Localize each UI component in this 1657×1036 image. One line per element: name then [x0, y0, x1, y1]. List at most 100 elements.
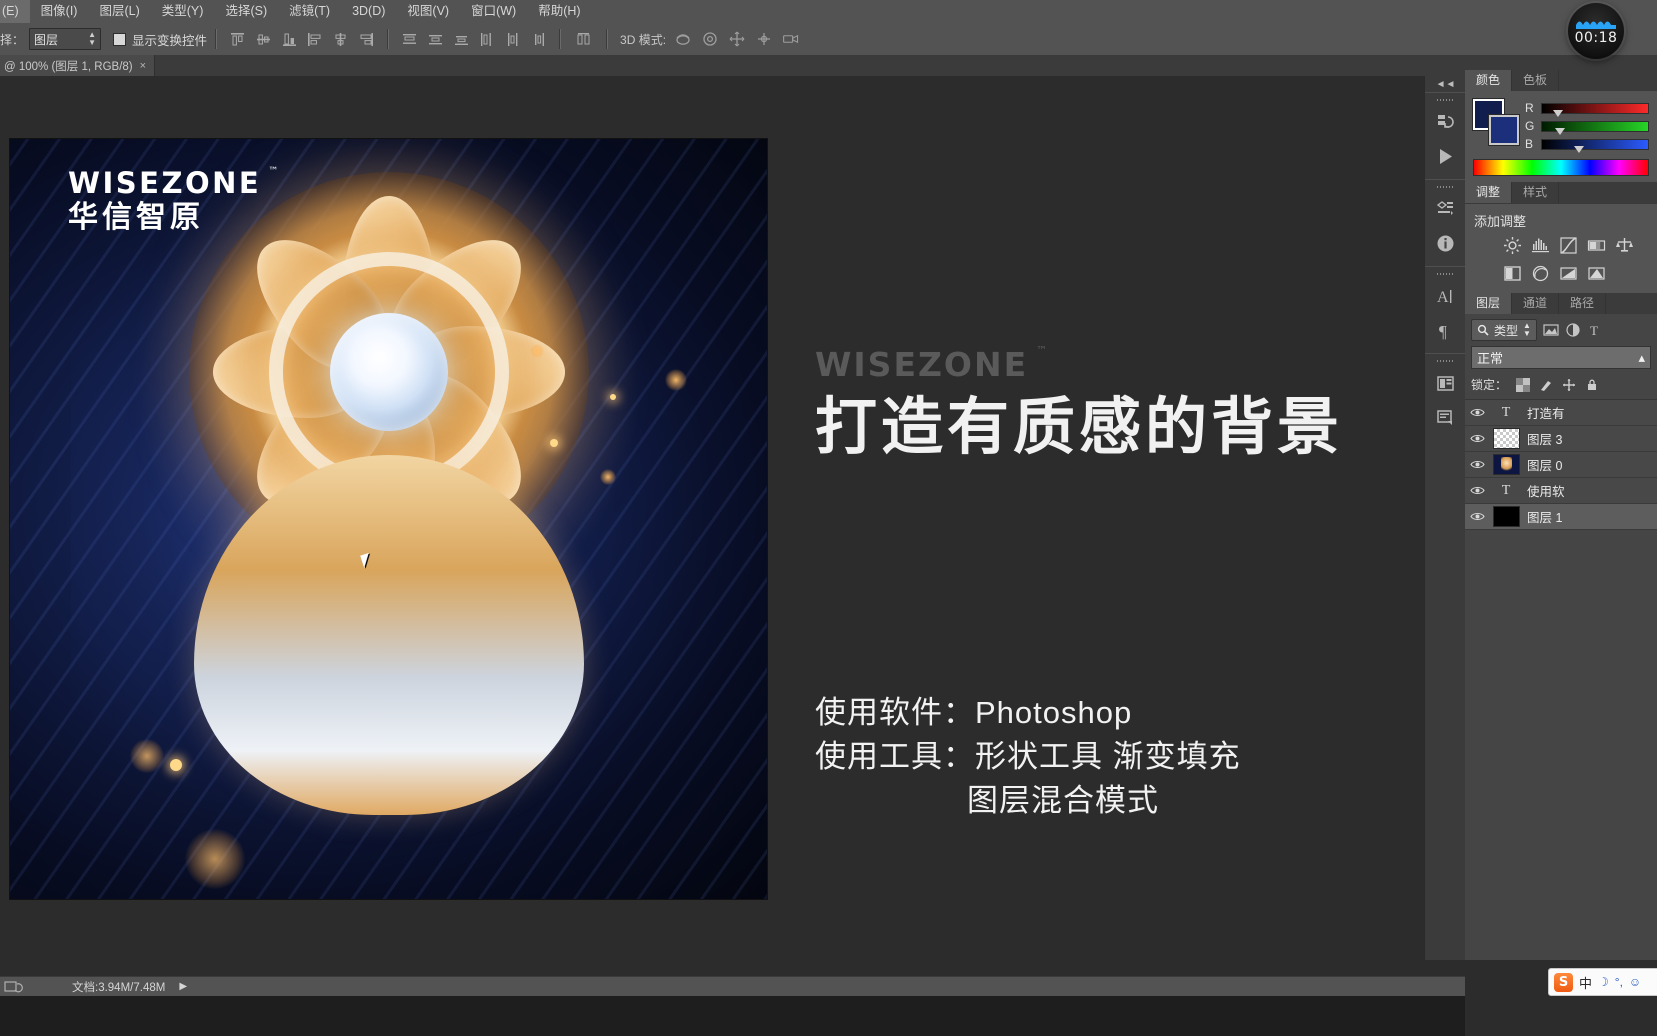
layer-thumbnail[interactable] [1489, 454, 1523, 475]
auto-align-layers-icon[interactable] [575, 31, 592, 48]
tab-swatches[interactable]: 色板 [1512, 70, 1560, 91]
slider-thumb-g[interactable] [1554, 127, 1565, 135]
panel-grip[interactable] [1437, 97, 1454, 103]
tab-styles[interactable]: 样式 [1512, 182, 1560, 203]
curves-icon[interactable] [1559, 236, 1578, 255]
layer-filter-type-dropdown[interactable]: 类型 ▲ ▼ [1471, 319, 1537, 341]
rotate-3d-icon[interactable] [674, 30, 692, 48]
slide-3d-icon[interactable] [755, 30, 773, 48]
gradient-map-icon[interactable] [1559, 264, 1578, 283]
slider-track-r[interactable] [1541, 102, 1649, 117]
table-row[interactable]: 图层 3 [1465, 426, 1657, 452]
blend-mode-dropdown[interactable]: 正常 ▴ [1471, 346, 1651, 369]
punctuation-mode-icon[interactable]: °, [1615, 975, 1623, 989]
slider-thumb-b[interactable] [1573, 145, 1584, 153]
status-options-arrow-icon[interactable]: ▶ [179, 981, 187, 992]
tab-layers[interactable]: 图层 [1465, 293, 1513, 314]
distribute-horizontal-centers-icon[interactable] [504, 31, 521, 48]
info-panel-icon[interactable] [1425, 226, 1466, 260]
align-vertical-centers-icon[interactable] [255, 31, 272, 48]
menu-item-type[interactable]: 类型(Y) [151, 0, 215, 23]
lock-position-icon[interactable] [1562, 378, 1576, 392]
menu-item-select[interactable]: 选择(S) [214, 0, 278, 23]
image-canvas[interactable]: WISEZONE ™ 华信智原 [10, 139, 767, 899]
layer-visibility-toggle[interactable] [1465, 407, 1489, 418]
layer-name[interactable]: 使用软 [1523, 481, 1565, 500]
levels-icon[interactable] [1531, 236, 1550, 255]
tab-color[interactable]: 颜色 [1465, 70, 1513, 91]
distribute-left-edges-icon[interactable] [478, 31, 495, 48]
panel-grip[interactable] [1437, 271, 1454, 277]
black-white-icon[interactable] [1503, 264, 1522, 283]
menu-item-help[interactable]: 帮助(H) [527, 0, 591, 23]
panel-grip[interactable] [1437, 358, 1454, 364]
menu-item-layer[interactable]: 图层(L) [88, 0, 150, 23]
lock-all-icon[interactable] [1585, 378, 1599, 392]
color-swatches[interactable] [1473, 99, 1519, 145]
smiley-icon[interactable]: ☺ [1629, 975, 1641, 989]
distribute-top-edges-icon[interactable] [401, 31, 418, 48]
close-icon[interactable]: × [140, 60, 146, 72]
align-left-edges-icon[interactable] [306, 31, 323, 48]
moon-icon[interactable]: ☽ [1598, 975, 1609, 989]
layer-thumbnail[interactable]: T [1489, 405, 1523, 421]
screen-mode-icon[interactable] [4, 980, 24, 994]
auto-select-dropdown[interactable]: 图层 ▲ ▼ [29, 28, 102, 50]
screen-recorder-badge[interactable]: 00:18 [1568, 3, 1624, 59]
3d-panel-icon[interactable] [1425, 192, 1466, 226]
distribute-bottom-edges-icon[interactable] [453, 31, 470, 48]
layer-name[interactable]: 图层 1 [1523, 507, 1562, 526]
actions-panel-icon[interactable] [1425, 139, 1466, 173]
document-tab[interactable]: @ 100% (图层 1, RGB/8) × [0, 55, 156, 76]
table-row[interactable]: T 打造有 [1465, 400, 1657, 426]
layer-name[interactable]: 打造有 [1523, 403, 1565, 422]
distribute-right-edges-icon[interactable] [530, 31, 547, 48]
menu-item-edit[interactable]: (E) [0, 0, 30, 23]
table-row[interactable]: 图层 0 [1465, 452, 1657, 478]
layer-comps-panel-icon[interactable] [1425, 366, 1466, 400]
history-panel-icon[interactable] [1425, 105, 1466, 139]
slider-track-g[interactable] [1541, 120, 1649, 135]
layer-visibility-toggle[interactable] [1465, 459, 1489, 470]
layer-visibility-toggle[interactable] [1465, 485, 1489, 496]
collapse-panels-icon[interactable]: ◄◄ [1425, 76, 1466, 92]
tab-adjustments[interactable]: 调整 [1465, 182, 1513, 203]
filter-adjustment-layers-icon[interactable] [1565, 322, 1581, 338]
filter-pixel-layers-icon[interactable] [1543, 322, 1559, 338]
table-row[interactable]: T 使用软 [1465, 478, 1657, 504]
menu-item-window[interactable]: 窗口(W) [460, 0, 527, 23]
roll-3d-icon[interactable] [701, 30, 719, 48]
notes-panel-icon[interactable] [1425, 400, 1466, 434]
align-right-edges-icon[interactable] [358, 31, 375, 48]
tab-paths[interactable]: 路径 [1559, 293, 1607, 314]
slider-row-g[interactable]: G [1525, 117, 1649, 135]
slider-track-b[interactable] [1541, 138, 1649, 153]
table-row[interactable]: 图层 1 [1465, 504, 1657, 530]
menu-item-image[interactable]: 图像(I) [30, 0, 89, 23]
layer-thumbnail[interactable] [1489, 506, 1523, 527]
camera-3d-icon[interactable] [782, 30, 800, 48]
layer-name[interactable]: 图层 3 [1523, 429, 1562, 448]
layer-thumbnail[interactable] [1489, 428, 1523, 449]
align-top-edges-icon[interactable] [229, 31, 246, 48]
sogou-ime-toolbar[interactable]: S 中 ☽ °, ☺ [1548, 968, 1657, 996]
vibrance-icon[interactable] [1615, 236, 1634, 255]
slider-row-r[interactable]: R [1525, 99, 1649, 117]
color-spectrum-ramp[interactable] [1473, 159, 1649, 176]
slider-row-b[interactable]: B [1525, 135, 1649, 153]
background-color-swatch[interactable] [1489, 115, 1519, 145]
align-bottom-edges-icon[interactable] [281, 31, 298, 48]
slider-thumb-r[interactable] [1552, 109, 1563, 117]
distribute-vertical-centers-icon[interactable] [427, 31, 444, 48]
show-transform-controls-checkbox[interactable]: 显示变换控件 [113, 30, 207, 49]
layer-thumbnail[interactable]: T [1489, 483, 1523, 499]
align-horizontal-centers-icon[interactable] [332, 31, 349, 48]
lock-transparent-pixels-icon[interactable] [1516, 377, 1531, 392]
canvas-work-area[interactable]: WISEZONE ™ 华信智原 WISEZONE ™ 打造有质感的背景 使用软件… [0, 76, 1424, 960]
pan-3d-icon[interactable] [728, 30, 746, 48]
character-panel-icon[interactable]: A [1425, 279, 1466, 313]
filter-type-layers-icon[interactable]: T [1587, 322, 1603, 338]
ime-language-mode[interactable]: 中 [1579, 973, 1592, 992]
checkbox-box[interactable] [113, 32, 127, 46]
exposure-icon[interactable] [1587, 236, 1606, 255]
